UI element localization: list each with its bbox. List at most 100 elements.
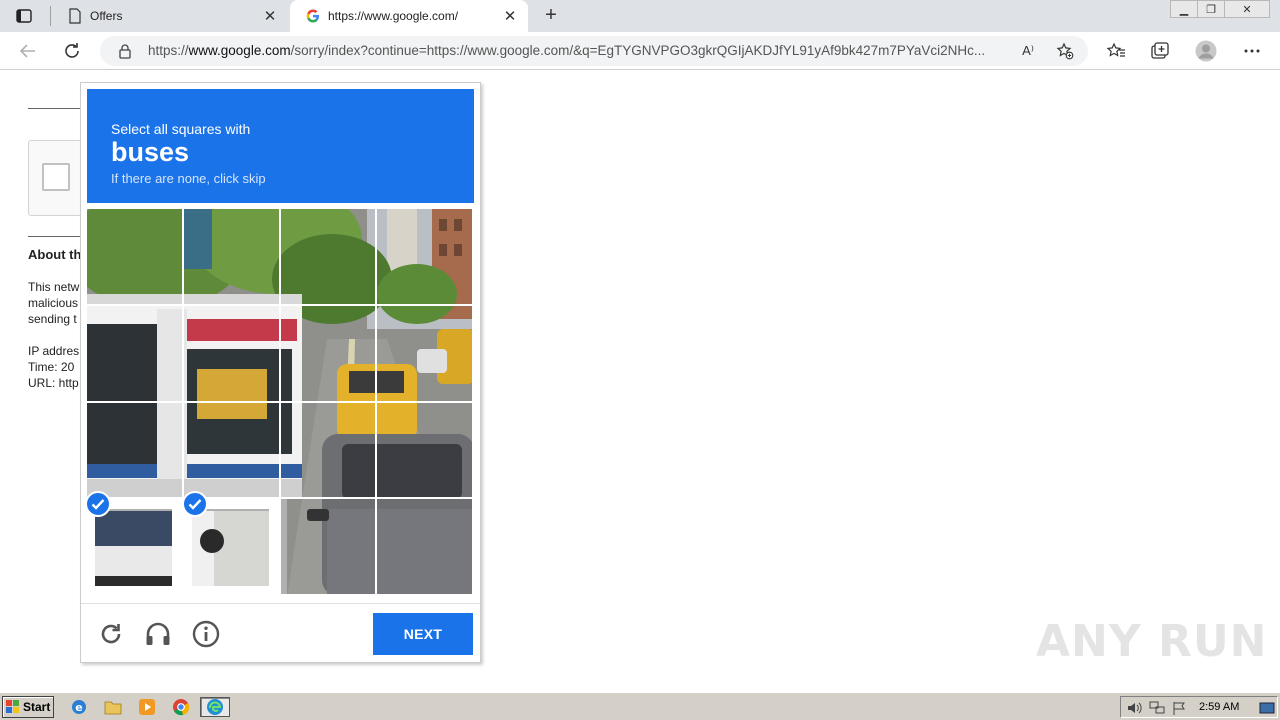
collections-icon[interactable] bbox=[1149, 40, 1171, 62]
minimize-icon[interactable]: ▁ bbox=[1170, 0, 1198, 18]
clock: 2:59 AM bbox=[1199, 701, 1240, 713]
street-scene-image bbox=[377, 499, 472, 594]
captcha-tile[interactable] bbox=[87, 209, 182, 304]
challenge-instruction: Select all squares with bbox=[111, 121, 251, 137]
street-scene-image bbox=[280, 402, 376, 498]
captcha-tile[interactable] bbox=[87, 305, 182, 401]
street-scene-image bbox=[183, 305, 279, 401]
tab-separator bbox=[50, 6, 51, 26]
close-tab-icon[interactable]: ✕ bbox=[262, 8, 278, 25]
captcha-tile[interactable] bbox=[280, 402, 376, 498]
captcha-tile[interactable] bbox=[280, 499, 376, 594]
reload-button[interactable] bbox=[61, 40, 83, 62]
lock-icon[interactable] bbox=[118, 44, 132, 59]
street-scene-image bbox=[280, 209, 376, 304]
captcha-tile[interactable] bbox=[377, 499, 472, 594]
captcha-tile[interactable] bbox=[183, 402, 279, 498]
new-tab-button[interactable]: + bbox=[540, 5, 562, 26]
close-tab-icon[interactable]: ✕ bbox=[502, 8, 518, 25]
address-bar[interactable]: https://www.google.com/sorry/index?conti… bbox=[100, 36, 1088, 66]
about-text-line: This netw bbox=[28, 280, 80, 294]
ie-icon[interactable]: e bbox=[68, 697, 90, 717]
captcha-tile[interactable] bbox=[377, 209, 472, 304]
reload-challenge-icon[interactable] bbox=[97, 620, 125, 648]
captcha-tile[interactable] bbox=[377, 402, 472, 498]
page-divider bbox=[28, 108, 80, 109]
volume-icon[interactable] bbox=[1126, 700, 1142, 716]
challenge-image-grid bbox=[85, 209, 474, 596]
restore-icon[interactable]: ❐ bbox=[1197, 0, 1225, 18]
tab-actions-button[interactable] bbox=[8, 5, 40, 27]
more-options-icon[interactable] bbox=[1241, 40, 1263, 62]
add-favorite-icon[interactable] bbox=[1055, 42, 1075, 60]
url-path: /sorry/index?continue=https://www.google… bbox=[290, 43, 986, 58]
street-scene-image bbox=[87, 402, 182, 498]
tab-actions-icon bbox=[16, 9, 32, 23]
start-button[interactable]: Start bbox=[2, 696, 54, 718]
captcha-tile[interactable] bbox=[280, 305, 376, 401]
captcha-tile-image bbox=[191, 509, 269, 586]
street-scene-image bbox=[280, 499, 376, 594]
street-scene-image bbox=[95, 509, 172, 586]
back-button[interactable] bbox=[17, 40, 39, 62]
captcha-tile[interactable] bbox=[377, 305, 472, 401]
recaptcha-anchor[interactable] bbox=[28, 140, 88, 216]
street-scene-image bbox=[377, 209, 472, 304]
challenge-header: Select all squares with buses If there a… bbox=[87, 89, 474, 203]
profile-avatar[interactable] bbox=[1195, 40, 1217, 62]
flag-icon[interactable] bbox=[1171, 700, 1187, 716]
window-close-icon[interactable]: ✕ bbox=[1224, 0, 1270, 18]
captcha-tile[interactable] bbox=[183, 305, 279, 401]
read-aloud-icon[interactable]: A⁾ bbox=[1018, 42, 1038, 60]
system-tray: 2:59 AM bbox=[1120, 696, 1278, 718]
show-desktop-icon[interactable] bbox=[1259, 700, 1275, 716]
start-label: Start bbox=[23, 700, 51, 714]
browser-toolbar: https://www.google.com/sorry/index?conti… bbox=[0, 32, 1280, 70]
avatar-icon bbox=[1195, 40, 1217, 62]
street-scene-image bbox=[377, 305, 472, 401]
info-url-line: URL: http bbox=[28, 376, 79, 390]
url-prefix: https:// bbox=[148, 43, 189, 58]
url-host: www.google.com bbox=[188, 43, 291, 58]
info-icon[interactable] bbox=[192, 620, 220, 648]
info-time-line: Time: 20 bbox=[28, 360, 75, 374]
chrome-icon[interactable] bbox=[170, 697, 192, 717]
back-arrow-icon bbox=[19, 44, 35, 58]
captcha-tile[interactable] bbox=[183, 209, 279, 304]
google-icon bbox=[306, 9, 319, 23]
street-scene-image bbox=[280, 305, 376, 401]
captcha-tile[interactable] bbox=[85, 491, 182, 594]
street-scene-image bbox=[377, 402, 472, 498]
favorites-icon[interactable] bbox=[1105, 40, 1127, 62]
network-icon[interactable] bbox=[1149, 700, 1165, 716]
url-text[interactable]: https://www.google.com/sorry/index?conti… bbox=[148, 43, 1010, 58]
tab-strip: Offers ✕ https://www.google.com/ ✕ + ▁ ❐… bbox=[0, 0, 1280, 32]
tab-offers[interactable]: Offers ✕ bbox=[58, 0, 288, 32]
about-heading: About th bbox=[28, 247, 82, 262]
edge-icon[interactable] bbox=[200, 697, 230, 717]
media-player-icon[interactable] bbox=[136, 697, 158, 717]
watermark-text: ANY RUN bbox=[1036, 615, 1268, 667]
about-text-line: malicious bbox=[28, 296, 79, 310]
windows-logo-icon bbox=[6, 700, 19, 713]
challenge-footer: NEXT bbox=[81, 603, 480, 663]
svg-text:e: e bbox=[75, 701, 82, 714]
street-scene-image bbox=[87, 305, 182, 401]
about-text-line: sending t bbox=[28, 312, 77, 326]
tab-google[interactable]: https://www.google.com/ ✕ bbox=[290, 0, 528, 32]
taskbar: Start e 2:59 AM bbox=[0, 692, 1280, 720]
challenge-hint: If there are none, click skip bbox=[111, 171, 266, 186]
captcha-tile[interactable] bbox=[280, 209, 376, 304]
recaptcha-checkbox[interactable] bbox=[42, 163, 70, 191]
captcha-tile[interactable] bbox=[87, 402, 182, 498]
street-scene-image bbox=[191, 509, 269, 586]
page-divider bbox=[28, 236, 80, 237]
folder-icon[interactable] bbox=[102, 697, 124, 717]
audio-challenge-icon[interactable] bbox=[144, 620, 172, 648]
captcha-tile[interactable] bbox=[181, 491, 279, 594]
recaptcha-challenge: Select all squares with buses If there a… bbox=[80, 82, 481, 663]
challenge-target: buses bbox=[111, 137, 190, 167]
next-button[interactable]: NEXT bbox=[373, 613, 473, 655]
window-controls: ▁ ❐ ✕ bbox=[1170, 0, 1270, 18]
captcha-tile-image bbox=[95, 509, 172, 586]
